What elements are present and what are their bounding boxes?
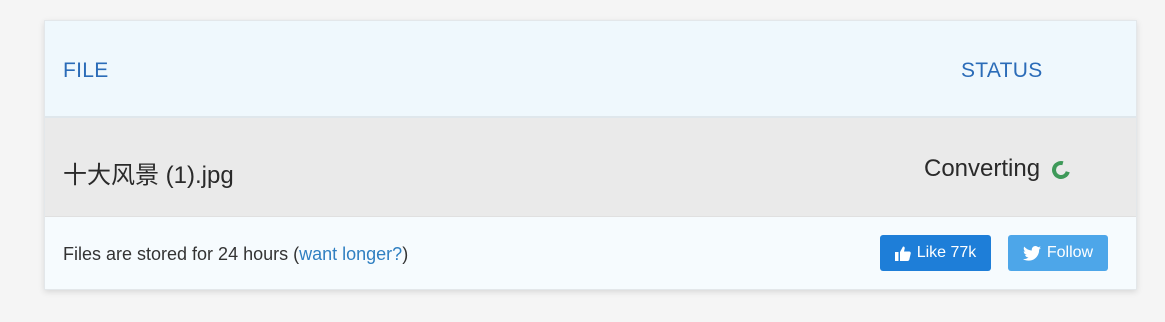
status-cell: Converting bbox=[924, 155, 1074, 183]
conversion-card: FILE STATUS 十大风景 (1).jpg Converting File… bbox=[44, 20, 1137, 290]
twitter-follow-button[interactable]: Follow bbox=[1008, 235, 1108, 271]
status-text: Converting bbox=[924, 155, 1041, 182]
follow-label: Follow bbox=[1046, 244, 1094, 261]
file-name: 十大风景 (1).jpg bbox=[63, 162, 234, 189]
facebook-like-button[interactable]: Like 77k bbox=[880, 235, 991, 271]
footer: Files are stored for 24 hours (want long… bbox=[45, 217, 1136, 289]
storage-note: Files are stored for 24 hours (want long… bbox=[63, 244, 408, 265]
loading-spinner-icon bbox=[1048, 157, 1074, 183]
like-label: Like 77k bbox=[916, 244, 977, 261]
twitter-bird-icon bbox=[1022, 245, 1041, 261]
column-header-status: STATUS bbox=[961, 59, 1043, 82]
storage-note-prefix: Files are stored for 24 hours ( bbox=[63, 244, 300, 264]
table-row: 十大风景 (1).jpg Converting bbox=[45, 118, 1136, 217]
table-header: FILE STATUS bbox=[45, 21, 1136, 118]
column-header-file: FILE bbox=[63, 59, 109, 82]
storage-note-suffix: ) bbox=[402, 244, 409, 264]
want-longer-link[interactable]: want longer? bbox=[299, 244, 402, 264]
thumbs-up-icon bbox=[894, 246, 911, 261]
